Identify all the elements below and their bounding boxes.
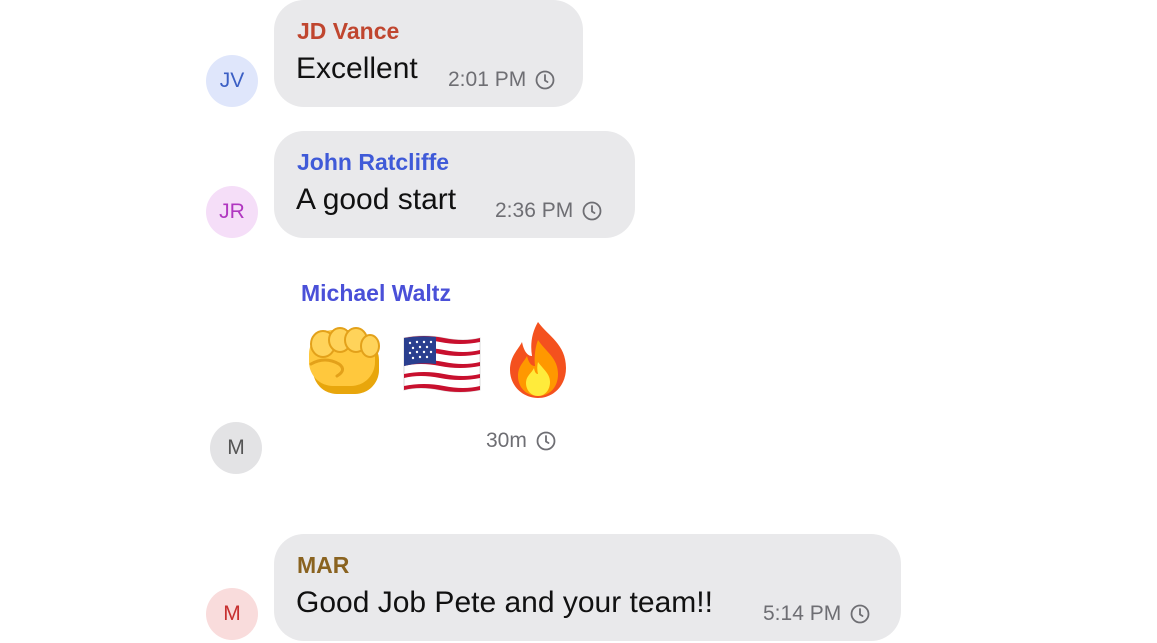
- avatar[interactable]: M: [210, 422, 262, 474]
- avatar[interactable]: M: [206, 588, 258, 640]
- sender-name: John Ratcliffe: [297, 149, 450, 175]
- sender-name: Michael Waltz: [301, 280, 451, 306]
- avatar-initials: M: [223, 602, 241, 625]
- clock-icon: [536, 431, 556, 451]
- fist-emoji: [309, 327, 380, 394]
- clock-icon: [850, 604, 870, 624]
- message-bubble[interactable]: JD Vance Excellent 2:01 PM: [274, 0, 583, 107]
- message-time: 5:14 PM: [763, 602, 842, 625]
- message-time: 30m: [486, 429, 527, 452]
- message-meta: 2:01 PM: [448, 68, 555, 92]
- message-bubble[interactable]: MAR Good Job Pete and your team!! 5:14 P…: [274, 534, 901, 641]
- clock-icon: [535, 70, 555, 90]
- message-meta: 30m: [486, 429, 556, 453]
- avatar-initials: M: [227, 436, 245, 459]
- message-text: Good Job Pete and your team!!: [296, 586, 713, 619]
- sender-name: MAR: [297, 552, 350, 578]
- message-time: 2:36 PM: [495, 199, 574, 222]
- sender-name: JD Vance: [297, 18, 400, 44]
- message-bubble[interactable]: John Ratcliffe A good start 2:36 PM: [274, 131, 635, 238]
- avatar[interactable]: JV: [206, 55, 258, 107]
- avatar-initials: JV: [219, 69, 245, 92]
- clock-icon: [582, 201, 602, 221]
- message-time: 2:01 PM: [448, 68, 527, 91]
- message-meta: 2:36 PM: [495, 199, 602, 223]
- message-text: Excellent: [296, 52, 418, 85]
- chat-transcript: JV JD Vance Excellent 2:01 PM JR John Ra…: [0, 0, 1157, 643]
- fire-emoji: [510, 322, 566, 398]
- message-text: A good start: [296, 183, 457, 216]
- avatar-initials: JR: [219, 200, 245, 223]
- avatar[interactable]: JR: [206, 186, 258, 238]
- us-flag-emoji: [403, 335, 481, 393]
- message-meta: 5:14 PM: [763, 602, 870, 626]
